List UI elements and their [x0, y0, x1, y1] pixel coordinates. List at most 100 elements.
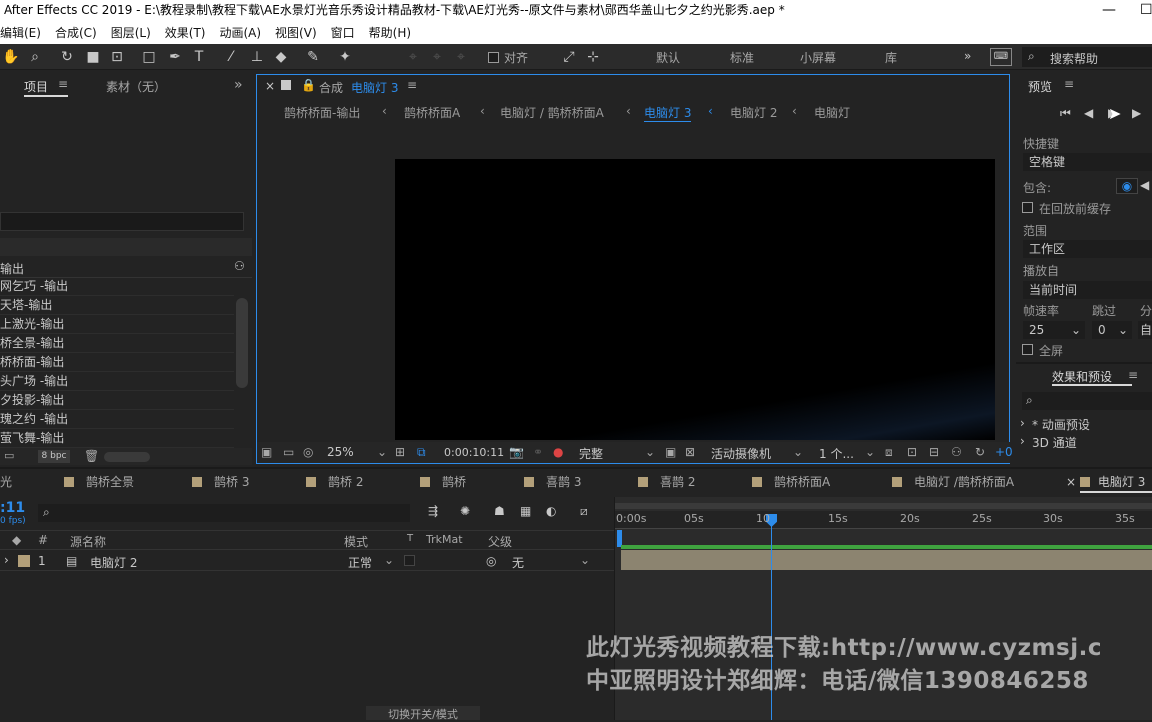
list-item[interactable]: 上激光-输出 [0, 315, 234, 334]
zoom-tool-icon[interactable]: ⌕ [26, 48, 44, 66]
axis-local-icon[interactable]: ⌖ [404, 48, 422, 66]
timeline-tab[interactable]: 鹊桥桥面A [752, 473, 830, 490]
layer-name[interactable]: 电脑灯 2 [90, 554, 137, 571]
pan-behind-tool-icon[interactable]: ⊡ [108, 48, 126, 66]
axis-view-icon[interactable]: ⌖ [452, 48, 470, 66]
menu-edit[interactable]: 编辑(E) [0, 26, 41, 40]
bpc-button[interactable]: 8 bpc [38, 450, 70, 463]
timeline-tab[interactable]: 光 [0, 473, 12, 490]
lock-icon[interactable]: 🔒 [301, 78, 316, 92]
brush-tool-icon[interactable]: ⁄ [222, 48, 240, 66]
graph-editor-icon[interactable]: ⧄ [580, 504, 588, 519]
timeline-timecode[interactable]: :11 [0, 500, 25, 516]
camera-tool-icon[interactable]: ■ [84, 48, 102, 66]
toggle-switches-modes-button[interactable]: 切换开关/模式 [366, 706, 480, 721]
fit-icon[interactable]: ⊞ [395, 445, 405, 459]
expand-arrow-icon[interactable]: › [1020, 434, 1025, 448]
workspace-libraries[interactable]: 库 [885, 49, 897, 66]
chevron-down-icon[interactable]: ⌄ [865, 445, 875, 459]
layer-bar[interactable] [621, 550, 1152, 570]
column-source-name[interactable]: 源名称 [70, 533, 106, 550]
menu-composition[interactable]: 合成(C) [55, 26, 97, 40]
roto-brush-tool-icon[interactable]: ✎ [304, 48, 322, 66]
draft-3d-icon[interactable]: ✺ [460, 504, 470, 518]
eraser-tool-icon[interactable]: ◆ [272, 48, 290, 66]
snapshot-icon[interactable]: 📷 [509, 445, 524, 459]
axis-world-icon[interactable]: ⌖ [428, 48, 446, 66]
menu-effect[interactable]: 效果(T) [165, 26, 206, 40]
list-item[interactable]: 桥桥面-输出 [0, 353, 234, 372]
snap-icon[interactable]: ⤢ [560, 48, 578, 66]
timeline-tab[interactable]: 喜鹊 2 [638, 473, 695, 490]
show-snapshot-icon[interactable]: ⚭ [533, 445, 543, 459]
project-scrollbar[interactable] [236, 298, 248, 388]
frame-blend-icon[interactable]: ▦ [520, 504, 531, 518]
pen-tool-icon[interactable]: ✒ [166, 48, 184, 66]
effects-item[interactable]: 3D 通道 [1032, 434, 1077, 451]
speaker-icon[interactable]: ◀ [1140, 178, 1149, 192]
resolution-select[interactable]: 完整 [579, 445, 603, 462]
timeline-tab[interactable]: 鹊桥 3 [192, 473, 249, 490]
trash-icon[interactable]: 🗑 [84, 449, 99, 463]
timeline-tab-active[interactable]: × 电脑灯 3 [1066, 473, 1145, 490]
list-item[interactable]: 桥全景-输出 [0, 334, 234, 353]
toggle-pixel-aspect-icon[interactable]: ⧈ [885, 445, 893, 460]
timeline-icon[interactable]: ⊟ [929, 445, 939, 459]
project-menu-icon[interactable]: ≡ [58, 77, 68, 91]
timeline-tab[interactable]: 喜鹊 3 [524, 473, 581, 490]
chevron-down-icon[interactable]: ⌄ [384, 553, 394, 567]
work-area-bar[interactable] [621, 545, 1152, 549]
menu-animation[interactable]: 动画(A) [219, 26, 261, 40]
comp-tab-name[interactable]: 电脑灯 3 [351, 79, 398, 96]
effects-menu-icon[interactable]: ≡ [1128, 368, 1138, 382]
resolution-select-preview[interactable]: 自 [1138, 321, 1152, 339]
breadcrumb-3[interactable]: 电脑灯 / 鹊桥桥面A [500, 104, 604, 121]
tab-project[interactable]: 项目 [24, 78, 48, 95]
breadcrumb-2[interactable]: 鹊桥桥面A [404, 104, 460, 121]
type-tool-icon[interactable]: T [190, 48, 208, 66]
fast-preview-icon[interactable]: ▣ [665, 445, 676, 459]
workspace-default[interactable]: 默认 [656, 49, 680, 66]
clone-stamp-tool-icon[interactable]: ⊥ [248, 48, 266, 66]
tab-footage[interactable]: 素材（无） [106, 78, 166, 95]
effects-search-input[interactable]: ⌕ [1022, 392, 1152, 410]
list-item[interactable]: 头广场 -输出 [0, 372, 234, 391]
breadcrumb-5[interactable]: 电脑灯 2 [730, 104, 777, 121]
rotate-tool-icon[interactable]: ↻ [58, 48, 76, 66]
align-checkbox[interactable] [488, 52, 499, 63]
project-hscrollbar[interactable] [104, 452, 150, 462]
expand-icon[interactable]: ⊡ [907, 445, 917, 459]
eye-icon[interactable]: ◉ [1116, 178, 1138, 194]
always-preview-icon[interactable]: ▣ [261, 445, 272, 459]
framerate-select[interactable]: 25 ⌄ [1023, 321, 1085, 339]
preserve-transparency-checkbox[interactable] [404, 555, 415, 566]
reset-exposure-icon[interactable]: ↻ [975, 445, 985, 459]
shy-icon[interactable]: ☗ [494, 504, 505, 518]
hand-tool-icon[interactable]: ✋ [2, 48, 20, 66]
exposure-value[interactable]: +0 [995, 445, 1013, 459]
transparency-grid-icon[interactable]: ⊠ [685, 445, 695, 459]
first-frame-icon[interactable]: ⏮ [1060, 106, 1071, 121]
rectangle-tool-icon[interactable]: □ [140, 48, 158, 66]
table-row[interactable]: › 1 ▤ 电脑灯 2 正常 ⌄ ◎ 无 ⌄ [0, 551, 614, 571]
workspace-small-screen[interactable]: 小屏幕 [800, 49, 836, 66]
snap-feature-icon[interactable]: ⊹ [584, 48, 602, 66]
effects-title[interactable]: 效果和预设 [1052, 368, 1112, 385]
preview-title[interactable]: 预览 [1028, 78, 1052, 95]
list-item[interactable]: 瑰之约 -输出 [0, 410, 234, 429]
menu-layer[interactable]: 图层(L) [111, 26, 151, 40]
skip-select[interactable]: 0 ⌄ [1092, 321, 1132, 339]
region-of-interest-icon[interactable]: ⧉ [417, 445, 426, 460]
list-item[interactable]: 网乞巧 -输出 [0, 277, 234, 296]
cache-checkbox[interactable] [1022, 202, 1033, 213]
range-select[interactable]: 工作区 [1023, 240, 1152, 258]
timeline-tab[interactable]: 鹊桥全景 [64, 473, 134, 490]
time-navigator[interactable] [615, 503, 1152, 509]
breadcrumb-6[interactable]: 电脑灯 [814, 104, 850, 121]
chevron-down-icon[interactable]: ⌄ [793, 445, 803, 459]
column-name[interactable]: 输出 [0, 260, 24, 277]
timeline-tab[interactable]: 鹊桥 [420, 473, 466, 490]
label-color[interactable] [18, 555, 30, 567]
next-frame-icon[interactable]: ▶︎ [1132, 106, 1141, 120]
maximize-icon[interactable]: ☐ [1140, 0, 1152, 20]
